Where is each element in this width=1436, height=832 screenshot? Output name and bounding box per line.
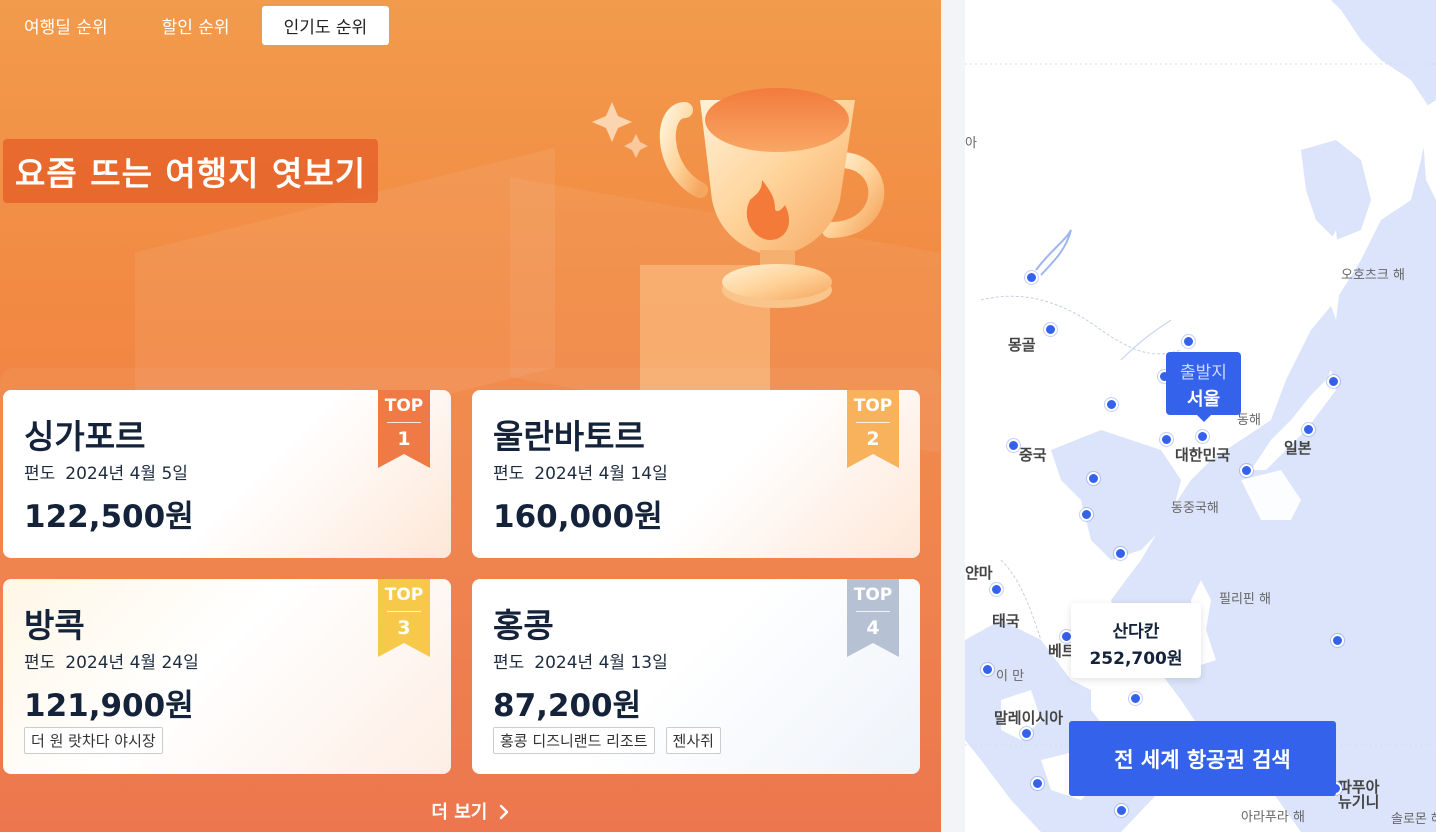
map-destination-dot[interactable] [1327, 375, 1340, 388]
destination-city: 방콕 [24, 606, 85, 645]
more-label: 더 보기 [431, 802, 488, 823]
map-label: 아 [965, 136, 977, 151]
attraction-tag[interactable]: 더 원 랏차다 야시장 [24, 727, 163, 754]
trip-type: 편도 [493, 653, 525, 673]
map-destination-dot[interactable] [1087, 472, 1100, 485]
map-destination-dot[interactable] [1302, 423, 1315, 436]
map-destination-dot[interactable] [1240, 464, 1253, 477]
map-label: 대한민국 [1175, 446, 1231, 464]
map-label: 중국 [1019, 446, 1047, 464]
destination-card-singapore[interactable]: 싱가포르 편도 2024년 4월 5일 122,500원 TOP 1 [3, 390, 451, 558]
tab-popularity-ranking[interactable]: 인기도 순위 [261, 6, 390, 45]
trip-type: 편도 [493, 464, 525, 484]
trip-date: 2024년 4월 14일 [534, 464, 668, 484]
ranking-panel: 여행딜 순위 할인 순위 인기도 순위 요즘 뜨는 여행지 엿보기 싱가포르 편… [0, 0, 941, 832]
tab-deal-ranking[interactable]: 여행딜 순위 [0, 6, 130, 45]
world-map[interactable]: 아 오호츠크 해 몽골 동해 일본 중국 대한민국 동중국해 필리핀 해 얀마 … [941, 0, 1436, 832]
map-destination-dot[interactable] [1114, 547, 1127, 560]
trip-meta: 편도 2024년 4월 14일 [493, 459, 668, 484]
map-label: 솔로몬 해 [1391, 812, 1436, 827]
attraction-tags: 홍콩 디즈니랜드 리조트 젠사쥐 [493, 727, 721, 754]
map-label: 오호츠크 해 [1341, 268, 1405, 283]
map-destination-dot[interactable] [1031, 777, 1044, 790]
destination-city: 울란바토르 [493, 417, 645, 456]
map-label: 파푸아 뉴기니 [1338, 778, 1380, 811]
map-destination-dot[interactable] [1025, 271, 1038, 284]
map-destination-dot[interactable] [1331, 634, 1344, 647]
destination-price: 122,500원 [24, 499, 194, 535]
rank-number: 2 [866, 428, 880, 450]
ranking-tabs: 여행딜 순위 할인 순위 인기도 순위 [0, 6, 399, 45]
destination-card-ulaanbaatar[interactable]: 울란바토르 편도 2024년 4월 14일 160,000원 TOP 2 [472, 390, 920, 558]
map-label: 필리핀 해 [1219, 592, 1271, 607]
rank-ribbon: TOP 4 [847, 579, 899, 657]
search-flights-button[interactable]: 전 세계 항공권 검색 [1069, 721, 1336, 796]
map-label: 동중국해 [1171, 501, 1219, 516]
map-destination-dot[interactable] [1044, 323, 1057, 336]
trip-date: 2024년 4월 24일 [65, 653, 199, 673]
map-destination-dot[interactable] [1080, 508, 1093, 521]
map-destination-dot[interactable] [1182, 335, 1195, 348]
map-label: 말레이시아 [994, 709, 1064, 727]
map-destination-dot[interactable] [990, 583, 1003, 596]
map-label: 아라푸라 해 [1241, 810, 1305, 825]
trip-type: 편도 [24, 653, 56, 673]
map-label: 일본 [1284, 439, 1312, 457]
destination-popup[interactable]: 산다칸 252,700원 [1071, 603, 1201, 678]
attraction-tags: 더 원 랏차다 야시장 [24, 727, 163, 754]
trip-meta: 편도 2024년 4월 13일 [493, 648, 668, 673]
rank-label: TOP [384, 585, 424, 605]
destination-price: 87,200원 [493, 688, 642, 724]
map-destination-dot[interactable] [1020, 727, 1033, 740]
origin-marker[interactable]: 출발지 서울 [1166, 352, 1241, 422]
trophy-icon [592, 88, 885, 308]
origin-city: 서울 [1186, 389, 1221, 410]
more-button[interactable]: 더 보기 [0, 798, 941, 824]
destination-card-bangkok[interactable]: 방콕 편도 2024년 4월 24일 121,900원 더 원 랏차다 야시장 T… [3, 579, 451, 774]
page-title: 요즘 뜨는 여행지 엿보기 [3, 139, 379, 203]
trip-meta: 편도 2024년 4월 5일 [24, 459, 188, 484]
map-destination-dot[interactable] [1129, 692, 1142, 705]
destination-price: 160,000원 [493, 499, 663, 535]
rank-number: 3 [397, 617, 411, 639]
popup-city: 산다칸 [1112, 622, 1160, 642]
destination-city: 싱가포르 [24, 417, 146, 456]
trip-date: 2024년 4월 5일 [65, 464, 188, 484]
map-label: 몽골 [1008, 336, 1036, 354]
map-label: 태국 [992, 612, 1020, 630]
map-destination-dot[interactable] [1196, 430, 1209, 443]
rank-ribbon: TOP 2 [847, 390, 899, 468]
trip-meta: 편도 2024년 4월 24일 [24, 648, 199, 673]
map-destination-dot[interactable] [981, 663, 994, 676]
rank-number: 4 [866, 617, 880, 639]
rank-label: TOP [853, 396, 893, 416]
rank-label: TOP [853, 585, 893, 605]
popup-price: 252,700원 [1089, 649, 1183, 669]
map-destination-dot[interactable] [1007, 439, 1020, 452]
rank-number: 1 [397, 428, 411, 450]
trip-date: 2024년 4월 13일 [534, 653, 668, 673]
destination-price: 121,900원 [24, 688, 194, 724]
chevron-right-icon [499, 804, 508, 820]
rank-ribbon: TOP 3 [378, 579, 430, 657]
attraction-tag[interactable]: 젠사쥐 [665, 727, 721, 754]
tab-discount-ranking[interactable]: 할인 순위 [140, 6, 252, 45]
destination-card-hongkong[interactable]: 홍콩 편도 2024년 4월 13일 87,200원 홍콩 디즈니랜드 리조트 젠… [472, 579, 920, 774]
map-destination-dot[interactable] [1115, 804, 1128, 817]
map-destination-dot[interactable] [1160, 433, 1173, 446]
map-label: 얀마 [965, 564, 993, 582]
map-destination-dot[interactable] [1105, 398, 1118, 411]
rank-ribbon: TOP 1 [378, 390, 430, 468]
map-label: 이 만 [996, 669, 1025, 684]
origin-caption: 출발지 [1180, 363, 1227, 383]
rank-label: TOP [384, 396, 424, 416]
attraction-tag[interactable]: 홍콩 디즈니랜드 리조트 [493, 727, 655, 754]
trip-type: 편도 [24, 464, 56, 484]
destination-city: 홍콩 [493, 606, 554, 645]
